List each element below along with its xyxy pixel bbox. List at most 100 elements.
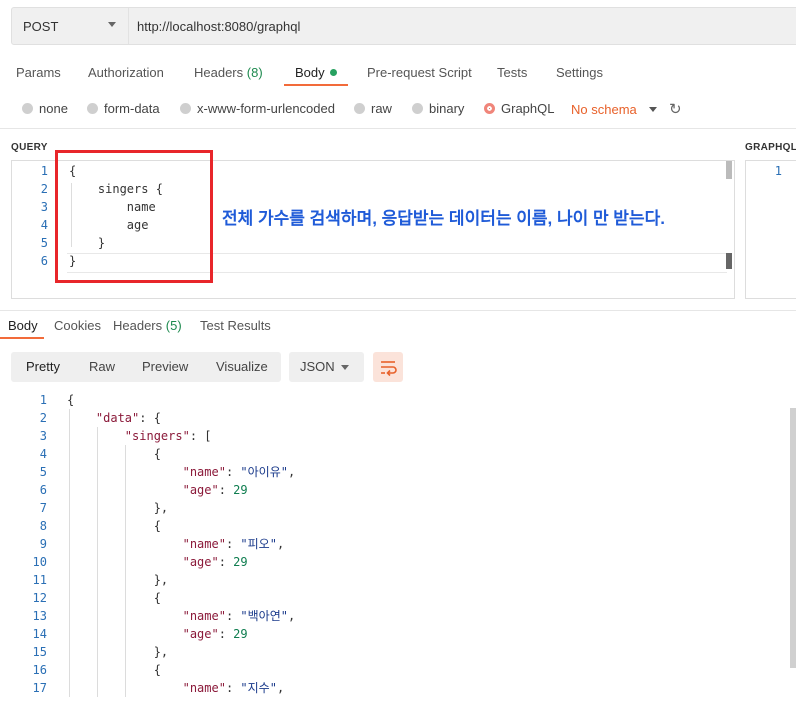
tab-response-body[interactable]: Body [8,318,38,333]
code-text: { [67,519,161,533]
line-number: 3 [40,200,48,214]
divider [0,128,796,129]
radio-circle-icon [22,103,33,114]
schema-select[interactable]: No schema [571,102,637,117]
radio-urlencoded-label: x-www-form-urlencoded [197,101,335,116]
code-line: 13 "name": "백아연", [0,607,796,625]
scrollbar[interactable] [790,408,796,668]
line-number: 4 [40,218,48,232]
radio-binary[interactable]: binary [412,101,464,116]
tab-settings[interactable]: Settings [556,65,603,80]
code-line: 17 "name": "지수", [0,679,796,697]
code-line: 1 [746,162,796,180]
line-number: 1 [774,164,782,178]
method-label: POST [23,19,59,34]
code-text: { [67,393,75,407]
url-input[interactable]: http://localhost:8080/graphql [137,19,300,34]
code-line: 14 "age": 29 [0,625,796,643]
code-line: 12 { [0,589,796,607]
code-text: "name": "백아연", [182,609,296,623]
tab-response-headers-label: Headers [113,318,163,333]
view-preview-button[interactable]: Preview [142,359,188,374]
line-number: 2 [40,182,48,196]
tab-prerequest-script[interactable]: Pre-request Script [367,65,472,80]
response-tabs: Body Cookies Headers (5) Test Results [0,318,796,340]
chevron-down-icon [108,22,116,27]
line-number: 9 [39,537,47,551]
format-select[interactable]: JSON [289,352,364,382]
variables-editor[interactable]: 1 [745,160,796,299]
code-text: { [67,663,161,677]
refresh-icon[interactable]: ↻ [669,100,682,118]
line-number: 8 [39,519,47,533]
code-line: 16 { [0,661,796,679]
highlight-box [55,150,213,283]
radio-urlencoded[interactable]: x-www-form-urlencoded [180,101,335,116]
line-number: 4 [39,447,47,461]
code-text: "age": 29 [182,483,248,497]
code-text: }, [67,645,169,659]
code-text: "age": 29 [182,555,248,569]
code-line: 15 }, [0,643,796,661]
radio-circle-icon [354,103,365,114]
radio-binary-label: binary [429,101,465,116]
headers-count-badge: (8) [246,65,263,80]
active-tab-indicator [284,84,348,86]
tab-tests[interactable]: Tests [497,65,527,80]
wrap-lines-button[interactable] [373,352,403,382]
line-number: 10 [32,555,47,569]
url-bar: POST http://localhost:8080/graphql [11,7,796,45]
code-text: { [67,591,161,605]
line-number: 3 [39,429,47,443]
code-line: 5 "name": "아이유", [0,463,796,481]
divider [0,310,796,311]
tab-headers-label: Headers [194,65,244,80]
method-select[interactable]: POST [12,8,129,44]
query-panel-label: QUERY [11,142,48,153]
line-number: 13 [32,609,47,623]
radio-form-data[interactable]: form-data [87,101,160,116]
indent-guide [97,427,98,697]
tab-body[interactable]: Body [295,65,337,80]
line-number: 16 [32,663,47,677]
view-mode-group: Pretty Raw Preview Visualize [11,352,281,382]
code-line: 3 "singers": [ [0,427,796,445]
code-line: 9 "name": "피오", [0,535,796,553]
tab-params[interactable]: Params [16,65,61,80]
radio-none[interactable]: none [22,101,68,116]
view-pretty-button[interactable]: Pretty [26,359,60,374]
code-text: }, [67,501,169,515]
code-line: 8 { [0,517,796,535]
annotation-text: 전체 가수를 검색하며, 응답받는 데이터는 이름, 나이 만 받는다. [222,209,665,228]
view-raw-button[interactable]: Raw [89,359,115,374]
code-text: "name": "피오", [182,537,285,551]
radio-raw[interactable]: raw [354,101,392,116]
line-number: 5 [39,465,47,479]
tab-cookies[interactable]: Cookies [54,318,101,333]
line-number: 1 [40,164,48,178]
line-number: 2 [39,411,47,425]
tab-test-results[interactable]: Test Results [200,318,271,333]
line-number: 12 [32,591,47,605]
code-text: "age": 29 [182,627,248,641]
chevron-down-icon[interactable] [649,107,657,112]
line-number: 6 [39,483,47,497]
tab-authorization[interactable]: Authorization [88,65,164,80]
line-number: 7 [39,501,47,515]
tab-response-headers[interactable]: Headers (5) [113,318,182,333]
active-tab-indicator [0,337,44,339]
code-line: 2 "data": { [0,409,796,427]
scrollbar[interactable] [726,161,732,179]
indent-guide [125,445,126,697]
tab-headers[interactable]: Headers (8) [194,65,263,80]
response-headers-count-badge: (5) [165,318,182,333]
code-text: "singers": [ [124,429,212,443]
radio-circle-icon [412,103,423,114]
line-number: 17 [32,681,47,695]
radio-graphql[interactable]: GraphQL [484,101,554,116]
scrollbar-thumb[interactable] [726,253,732,269]
view-visualize-button[interactable]: Visualize [216,359,268,374]
line-number: 14 [32,627,47,641]
code-text: "data": { [95,411,161,425]
request-tabs: Params Authorization Headers (8) Body Pr… [0,65,796,89]
